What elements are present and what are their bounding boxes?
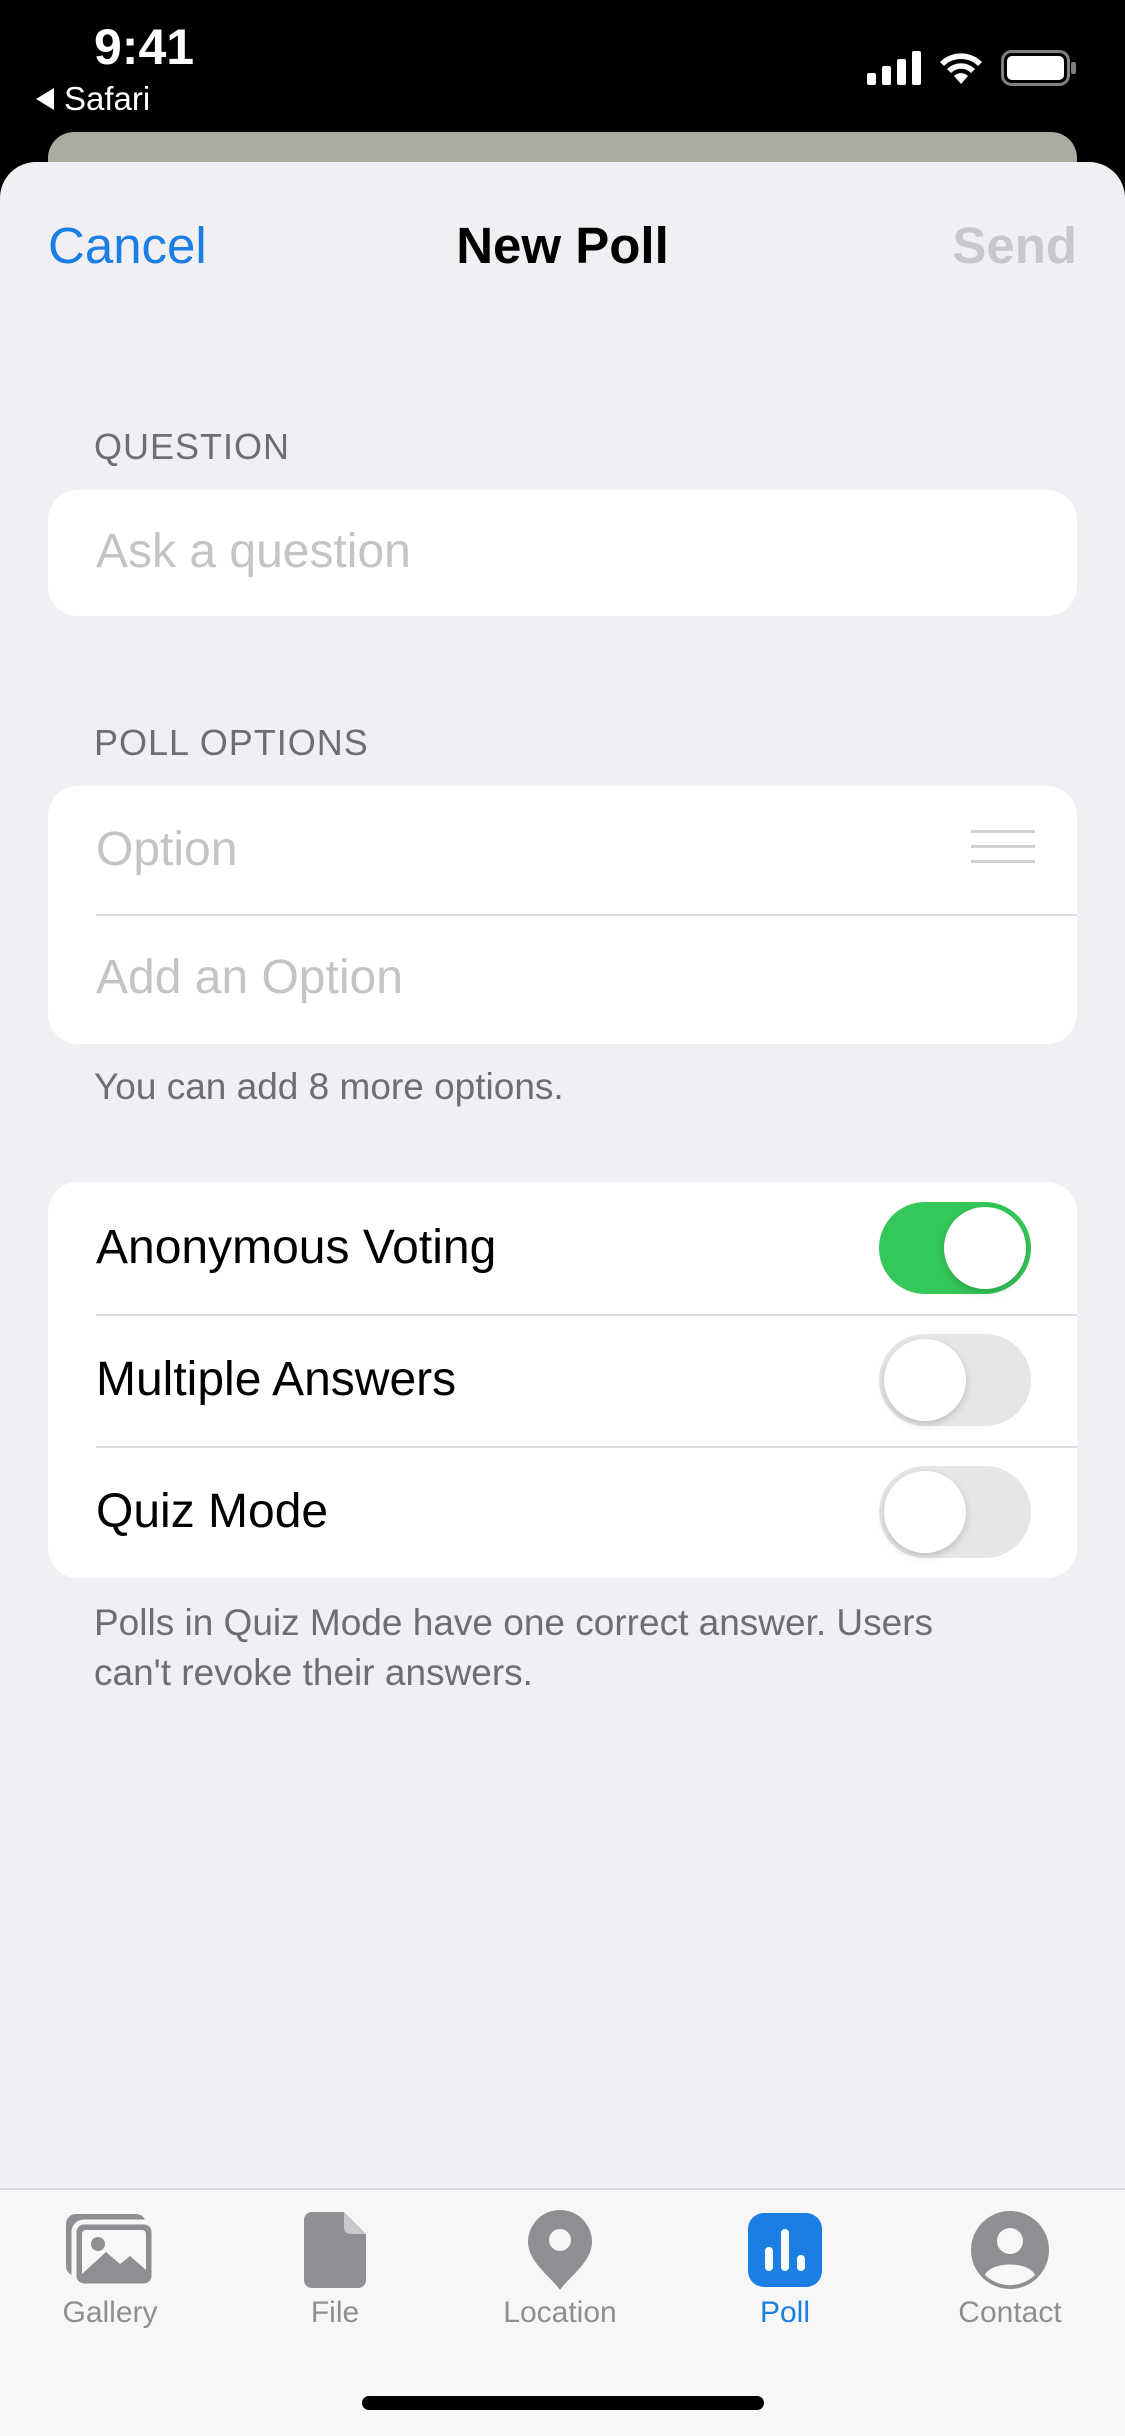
back-to-app-link[interactable]: Safari	[36, 80, 150, 118]
quiz-mode-note: Polls in Quiz Mode have one correct answ…	[94, 1598, 933, 1698]
back-app-label: Safari	[64, 80, 151, 117]
tab-label: Poll	[759, 2296, 811, 2329]
location-pin-icon	[528, 2210, 592, 2290]
add-option-input[interactable]: Add an Option	[48, 916, 1077, 1044]
poll-options-card: Option Add an Option	[48, 786, 1077, 1044]
multiple-answers-row: Multiple Answers	[48, 1316, 1077, 1446]
reorder-handle-icon[interactable]	[971, 830, 1035, 864]
toggle-knob	[884, 1471, 966, 1553]
quiz-mode-row: Quiz Mode	[48, 1448, 1077, 1578]
screen: 9:41 Safari New Poll Cancel Send QUESTIO…	[0, 0, 1125, 2436]
multiple-answers-toggle[interactable]	[879, 1334, 1031, 1426]
contact-icon	[971, 2211, 1049, 2289]
quiz-mode-note-line1: Polls in Quiz Mode have one correct answ…	[94, 1602, 934, 1643]
tab-poll[interactable]: Poll	[675, 2210, 895, 2330]
wifi-icon	[940, 53, 982, 84]
status-time: 9:41	[94, 19, 195, 75]
poll-options-section-label: POLL OPTIONS	[94, 722, 369, 763]
file-icon	[304, 2212, 366, 2288]
option-placeholder: Option	[96, 823, 238, 876]
status-icons	[867, 50, 1077, 86]
tab-file[interactable]: File	[225, 2210, 445, 2330]
add-option-placeholder: Add an Option	[96, 951, 403, 1004]
new-poll-sheet: New Poll Cancel Send QUESTION Ask a ques…	[0, 162, 1125, 2436]
cellular-signal-icon	[867, 51, 921, 85]
options-remaining-note: You can add 8 more options.	[94, 1066, 564, 1107]
cancel-button[interactable]: Cancel	[48, 216, 207, 275]
poll-icon	[748, 2213, 822, 2287]
anonymous-voting-label: Anonymous Voting	[96, 1221, 497, 1274]
anonymous-voting-toggle[interactable]	[879, 1202, 1031, 1294]
gallery-icon	[66, 2214, 157, 2289]
tab-label: Location	[503, 2296, 617, 2329]
question-placeholder: Ask a question	[96, 525, 411, 578]
question-input[interactable]: Ask a question	[48, 490, 1077, 616]
home-indicator[interactable]	[362, 2396, 764, 2410]
tab-label: Gallery	[62, 2296, 158, 2329]
send-button[interactable]: Send	[952, 216, 1077, 275]
quiz-mode-label: Quiz Mode	[96, 1485, 329, 1538]
toggle-knob	[944, 1207, 1026, 1289]
tab-label: Contact	[958, 2296, 1062, 2329]
tab-gallery[interactable]: Gallery	[0, 2210, 220, 2330]
tab-contact[interactable]: Contact	[900, 2210, 1120, 2330]
tab-location[interactable]: Location	[450, 2210, 670, 2330]
back-triangle-icon	[36, 88, 54, 110]
quiz-mode-note-line2: can't revoke their answers.	[94, 1652, 533, 1693]
toggle-knob	[884, 1339, 966, 1421]
quiz-mode-toggle[interactable]	[879, 1466, 1031, 1558]
battery-icon	[1001, 50, 1076, 86]
poll-settings-card: Anonymous Voting Multiple Answers Quiz M…	[48, 1182, 1077, 1578]
multiple-answers-label: Multiple Answers	[96, 1353, 457, 1406]
anonymous-voting-row: Anonymous Voting	[48, 1182, 1077, 1314]
option-input[interactable]: Option	[48, 786, 1077, 914]
question-section-label: QUESTION	[94, 426, 291, 467]
tab-label: File	[310, 2296, 360, 2329]
